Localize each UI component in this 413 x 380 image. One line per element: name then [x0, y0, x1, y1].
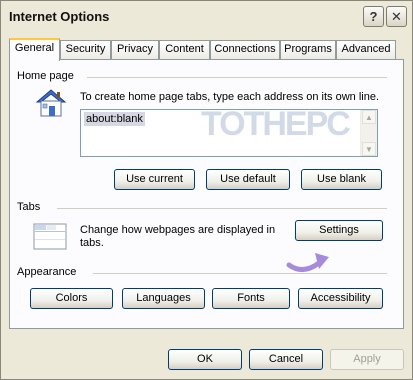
tab-content[interactable]: Content	[159, 40, 210, 59]
tabs-divider	[57, 208, 387, 209]
home-page-url-value: about:blank	[84, 112, 145, 126]
appearance-group-label: Appearance	[17, 266, 77, 278]
fonts-button[interactable]: Fonts	[212, 288, 290, 309]
house-icon	[33, 87, 69, 119]
tab-security[interactable]: Security	[60, 40, 111, 59]
urls-scrollbar[interactable]: ▲ ▼	[360, 110, 377, 156]
use-current-button[interactable]: Use current	[114, 169, 195, 190]
appearance-divider	[93, 273, 387, 274]
title-bar: Internet Options ? ✕	[1, 1, 412, 33]
accessibility-button[interactable]: Accessibility	[298, 288, 383, 309]
colors-button[interactable]: Colors	[30, 288, 113, 309]
use-default-button[interactable]: Use default	[206, 169, 290, 190]
home-page-instruction: To create home page tabs, type each addr…	[80, 91, 380, 103]
annotation-arrow-icon	[285, 249, 335, 275]
use-blank-button[interactable]: Use blank	[301, 169, 382, 190]
tab-connections[interactable]: Connections	[210, 40, 280, 59]
apply-button[interactable]: Apply	[330, 349, 404, 370]
home-page-urls-textarea[interactable]: about:blank ▲ ▼	[80, 109, 378, 157]
scroll-down-icon[interactable]: ▼	[362, 142, 376, 156]
tabs-icon	[33, 221, 67, 251]
tabs-settings-button[interactable]: Settings	[295, 220, 383, 241]
home-page-divider	[87, 77, 387, 78]
cancel-button[interactable]: Cancel	[249, 349, 323, 370]
tab-general[interactable]: General	[9, 38, 60, 61]
internet-options-window: Internet Options ? ✕ General Security Pr…	[0, 0, 413, 380]
scroll-up-icon[interactable]: ▲	[362, 110, 376, 124]
help-button[interactable]: ?	[363, 6, 384, 27]
tab-advanced[interactable]: Advanced	[336, 40, 396, 59]
home-page-group-label: Home page	[17, 70, 74, 82]
ok-button[interactable]: OK	[168, 349, 242, 370]
tabs-description-line2: tabs.	[80, 237, 104, 249]
tab-privacy[interactable]: Privacy	[111, 40, 159, 59]
tab-programs[interactable]: Programs	[280, 40, 336, 59]
close-button[interactable]: ✕	[386, 6, 407, 27]
tabs-description-line1: Change how webpages are displayed in	[80, 224, 276, 236]
window-title: Internet Options	[9, 9, 110, 24]
tabs-group-label: Tabs	[17, 201, 41, 213]
languages-button[interactable]: Languages	[122, 288, 205, 309]
